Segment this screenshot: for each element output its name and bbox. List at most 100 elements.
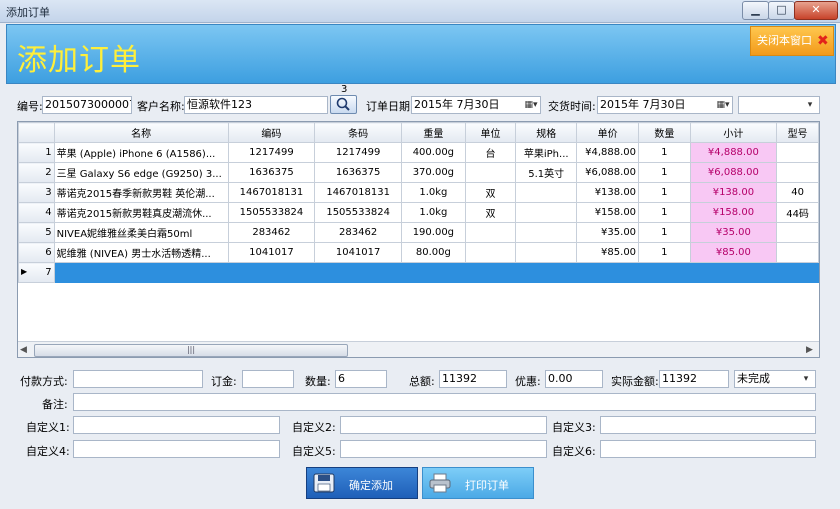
- new-row-cell[interactable]: [515, 262, 578, 283]
- new-row-cell[interactable]: [464, 262, 517, 283]
- cell-code[interactable]: 1467018131: [227, 182, 316, 203]
- horizontal-scrollbar[interactable]: ◀ ||| ▶: [18, 341, 819, 357]
- new-row-cell[interactable]: [314, 262, 402, 283]
- cell-barcode[interactable]: 283462: [314, 222, 402, 243]
- minimize-button[interactable]: ▁: [742, 1, 769, 20]
- customer-field[interactable]: 恒源软件123: [184, 96, 328, 114]
- col-header[interactable]: 规格: [515, 122, 578, 143]
- row-number[interactable]: 1: [18, 142, 55, 163]
- cell-price[interactable]: ¥85.00: [576, 242, 640, 263]
- cell-unit[interactable]: [464, 222, 517, 243]
- table-row[interactable]: 1 苹果 (Apple) iPhone 6 (A1586)... 1217499 12…: [18, 142, 819, 163]
- row-number[interactable]: 6: [18, 242, 55, 263]
- cell-name[interactable]: 蒂诺克2015新款男鞋真皮潮流休...: [53, 202, 229, 223]
- window-close-button[interactable]: ✕: [794, 1, 838, 20]
- table-row[interactable]: 2 三星 Galaxy S6 edge (G9250) 3... 1636375 16…: [18, 162, 819, 183]
- table-row[interactable]: 4 蒂诺克2015新款男鞋真皮潮流休... 1505533824 1505533824…: [18, 202, 819, 223]
- cell-model[interactable]: 44码: [776, 202, 819, 223]
- cell-spec[interactable]: [515, 202, 578, 223]
- cell-name[interactable]: 三星 Galaxy S6 edge (G9250) 3...: [53, 162, 229, 183]
- cell-weight[interactable]: 400.00g: [401, 142, 466, 163]
- payment-field[interactable]: [73, 370, 203, 388]
- new-row-cell[interactable]: [776, 262, 819, 283]
- row-number[interactable]: 4: [18, 202, 55, 223]
- row-number[interactable]: 5: [18, 222, 55, 243]
- customer-search-button[interactable]: [330, 95, 357, 114]
- cell-weight[interactable]: 1.0kg: [401, 202, 466, 223]
- new-row-cell[interactable]: [53, 262, 229, 283]
- cell-code[interactable]: 283462: [227, 222, 316, 243]
- cell-spec[interactable]: [515, 222, 578, 243]
- maximize-button[interactable]: □: [768, 1, 795, 20]
- cell-unit[interactable]: [464, 242, 517, 263]
- cell-code[interactable]: 1217499: [227, 142, 316, 163]
- new-row-cell[interactable]: [227, 262, 316, 283]
- close-window-button[interactable]: 关闭本窗口 ✖: [750, 26, 834, 56]
- new-row-cell[interactable]: [638, 262, 691, 283]
- discount-field[interactable]: 0.00: [545, 370, 603, 388]
- cell-spec[interactable]: 5.1英寸: [515, 162, 578, 183]
- cell-barcode[interactable]: 1505533824: [314, 202, 402, 223]
- col-header[interactable]: 编码: [227, 122, 316, 143]
- cell-code[interactable]: 1041017: [227, 242, 316, 263]
- cell-qty[interactable]: 1: [638, 162, 691, 183]
- status-select[interactable]: 未完成 ▾: [734, 370, 816, 388]
- cell-subtotal[interactable]: ¥85.00: [689, 242, 778, 263]
- row-number[interactable]: 2: [18, 162, 55, 183]
- total-field[interactable]: 11392: [439, 370, 507, 388]
- calendar-dropdown-icon[interactable]: ▦▾: [716, 99, 730, 111]
- custom6-field[interactable]: [600, 440, 816, 458]
- new-row[interactable]: ▶ 7: [18, 262, 819, 283]
- cell-name[interactable]: NIVEA妮维雅丝柔美白霜50ml: [53, 222, 229, 243]
- print-order-button[interactable]: 打印订单: [422, 467, 534, 499]
- cell-qty[interactable]: 1: [638, 182, 691, 203]
- custom2-field[interactable]: [340, 416, 547, 434]
- cell-unit[interactable]: 双: [464, 182, 517, 203]
- qty-field[interactable]: 6: [335, 370, 387, 388]
- cell-price[interactable]: ¥138.00: [576, 182, 640, 203]
- cell-subtotal[interactable]: ¥6,088.00: [689, 162, 778, 183]
- col-header[interactable]: 型号: [776, 122, 819, 143]
- confirm-add-button[interactable]: 确定添加: [306, 467, 418, 499]
- cell-qty[interactable]: 1: [638, 142, 691, 163]
- cell-code[interactable]: 1505533824: [227, 202, 316, 223]
- cell-qty[interactable]: 1: [638, 222, 691, 243]
- col-header[interactable]: 名称: [53, 122, 229, 143]
- table-row[interactable]: 6 妮维雅 (NIVEA) 男士水活畅透精... 1041017 1041017 80.…: [18, 242, 819, 263]
- calendar-dropdown-icon[interactable]: ▦▾: [524, 99, 538, 111]
- custom3-field[interactable]: [600, 416, 816, 434]
- cell-model[interactable]: [776, 142, 819, 163]
- cell-price[interactable]: ¥4,888.00: [576, 142, 640, 163]
- deal-time-picker[interactable]: 2015年 7月30日 ▦▾: [597, 96, 733, 114]
- cell-name[interactable]: 妮维雅 (NIVEA) 男士水活畅透精...: [53, 242, 229, 263]
- cell-spec[interactable]: 苹果iPh...: [515, 142, 578, 163]
- cell-qty[interactable]: 1: [638, 202, 691, 223]
- col-header[interactable]: 数量: [638, 122, 691, 143]
- cell-name[interactable]: 蒂诺克2015春季新款男鞋 英伦潮...: [53, 182, 229, 203]
- cell-subtotal[interactable]: ¥138.00: [689, 182, 778, 203]
- note-field[interactable]: [73, 393, 816, 411]
- cell-weight[interactable]: 370.00g: [401, 162, 466, 183]
- cell-price[interactable]: ¥158.00: [576, 202, 640, 223]
- col-header[interactable]: 单位: [464, 122, 517, 143]
- cell-qty[interactable]: 1: [638, 242, 691, 263]
- col-header[interactable]: 重量: [401, 122, 466, 143]
- code-field[interactable]: 2015073000007: [42, 96, 132, 114]
- cell-price[interactable]: ¥6,088.00: [576, 162, 640, 183]
- cell-barcode[interactable]: 1467018131: [314, 182, 402, 203]
- col-header[interactable]: 条码: [314, 122, 402, 143]
- row-number[interactable]: 3: [18, 182, 55, 203]
- new-row-cell[interactable]: [401, 262, 466, 283]
- custom1-field[interactable]: [73, 416, 280, 434]
- cell-weight[interactable]: 190.00g: [401, 222, 466, 243]
- cell-price[interactable]: ¥35.00: [576, 222, 640, 243]
- cell-model[interactable]: [776, 242, 819, 263]
- cell-spec[interactable]: [515, 182, 578, 203]
- table-row[interactable]: 5 NIVEA妮维雅丝柔美白霜50ml 283462 283462 190.00g ¥35…: [18, 222, 819, 243]
- col-header[interactable]: 单价: [576, 122, 640, 143]
- scroll-left-icon[interactable]: ◀: [20, 345, 27, 355]
- cell-subtotal[interactable]: ¥158.00: [689, 202, 778, 223]
- cell-weight[interactable]: 80.00g: [401, 242, 466, 263]
- cell-spec[interactable]: [515, 242, 578, 263]
- deposit-field[interactable]: [242, 370, 294, 388]
